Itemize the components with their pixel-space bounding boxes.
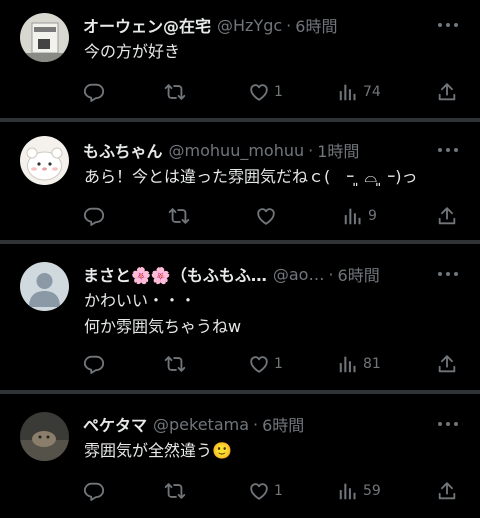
retweet-icon: [164, 353, 186, 375]
share-icon: [436, 205, 458, 227]
reply-icon: [83, 480, 105, 502]
like-button[interactable]: [255, 205, 281, 227]
tweet-header: まさと🌸🌸（もふもふ… @ao… · 6時間: [83, 262, 380, 286]
tweet-text: かわいい・・・ 何か雰囲気ちゃうねw: [84, 288, 241, 340]
retweet-button[interactable]: [168, 205, 194, 227]
more-icon[interactable]: [438, 18, 460, 32]
reply-button[interactable]: [83, 353, 109, 375]
views-button[interactable]: 9: [342, 205, 377, 227]
share-button[interactable]: [436, 205, 458, 227]
display-name[interactable]: まさと🌸🌸（もふもふ…: [83, 262, 267, 286]
views-icon: [337, 81, 359, 103]
like-count: 1: [274, 84, 283, 100]
avatar[interactable]: [20, 13, 69, 62]
like-count: 1: [274, 483, 283, 499]
user-handle[interactable]: @peketama: [153, 415, 249, 434]
tweet-text-line: 今の方が好き: [84, 42, 181, 61]
views-button[interactable]: 81: [337, 353, 381, 375]
heart-icon: [248, 480, 270, 502]
retweet-icon: [164, 480, 186, 502]
reply-icon: [83, 353, 105, 375]
tweet-header: オーウェン@在宅 @HzYgc · 6時間: [83, 13, 337, 37]
display-name[interactable]: ペケタマ: [83, 412, 147, 436]
views-count: 74: [363, 84, 381, 100]
retweet-icon: [164, 81, 186, 103]
user-handle[interactable]: @ao…: [273, 265, 325, 284]
views-count: 59: [363, 483, 381, 499]
reply-icon: [83, 81, 105, 103]
timestamp[interactable]: 6時間: [338, 262, 380, 286]
reply-button[interactable]: [83, 81, 109, 103]
tweet-header: もふちゃん @mohuu_mohuu · 1時間: [83, 138, 359, 162]
timestamp[interactable]: 6時間: [262, 412, 304, 436]
separator: ·: [253, 414, 259, 434]
like-button[interactable]: 1: [248, 81, 283, 103]
share-icon: [436, 81, 458, 103]
retweet-button[interactable]: [164, 480, 190, 502]
separator: ·: [286, 15, 292, 35]
display-name[interactable]: もふちゃん: [83, 138, 163, 162]
views-button[interactable]: 74: [337, 81, 381, 103]
tweet[interactable]: オーウェン@在宅 @HzYgc · 6時間 今の方が好き 1 74: [0, 0, 480, 118]
heart-icon: [248, 353, 270, 375]
heart-icon: [248, 81, 270, 103]
views-button[interactable]: 59: [337, 480, 381, 502]
views-icon: [337, 353, 359, 375]
share-button[interactable]: [436, 480, 458, 502]
avatar[interactable]: [20, 412, 69, 461]
tweet-text: あら！今とは違った雰囲気だねｃ( ｰ ͈ ⌓ ͈ ｰ)っ: [84, 164, 418, 190]
tweet-text-line: かわいい・・・: [84, 291, 197, 310]
separator: ·: [328, 264, 334, 284]
reply-button[interactable]: [83, 205, 109, 227]
tweet[interactable]: もふちゃん @mohuu_mohuu · 1時間 あら！今とは違った雰囲気だねｃ…: [0, 122, 480, 240]
tweet[interactable]: ペケタマ @peketama · 6時間 雰囲気が全然違う🙂 1 59: [0, 394, 480, 518]
separator: ·: [308, 140, 314, 160]
views-icon: [337, 480, 359, 502]
views-icon: [342, 205, 364, 227]
like-button[interactable]: 1: [248, 480, 283, 502]
tweet-header: ペケタマ @peketama · 6時間: [83, 412, 304, 436]
avatar[interactable]: [20, 262, 69, 311]
timestamp[interactable]: 1時間: [317, 138, 359, 162]
like-button[interactable]: 1: [248, 353, 283, 375]
share-button[interactable]: [436, 81, 458, 103]
retweet-icon: [168, 205, 190, 227]
tweet-text: 今の方が好き: [84, 39, 180, 65]
tweet-text: 雰囲気が全然違う🙂: [84, 438, 232, 464]
more-icon[interactable]: [438, 143, 460, 157]
heart-icon: [255, 205, 277, 227]
timestamp[interactable]: 6時間: [295, 13, 337, 37]
like-count: 1: [274, 356, 283, 372]
retweet-button[interactable]: [164, 81, 190, 103]
tweet-text-line: 雰囲気が全然違う🙂: [84, 441, 232, 460]
views-count: 9: [368, 208, 377, 224]
tweet[interactable]: まさと🌸🌸（もふもふ… @ao… · 6時間 かわいい・・・ 何か雰囲気ちゃうね…: [0, 244, 480, 390]
more-icon[interactable]: [438, 267, 460, 281]
reply-icon: [83, 205, 105, 227]
share-icon: [436, 353, 458, 375]
display-name[interactable]: オーウェン@在宅: [83, 13, 211, 37]
share-button[interactable]: [436, 353, 458, 375]
retweet-button[interactable]: [164, 353, 190, 375]
reply-button[interactable]: [83, 480, 109, 502]
user-handle[interactable]: @mohuu_mohuu: [169, 141, 305, 160]
more-icon[interactable]: [438, 417, 460, 431]
user-handle[interactable]: @HzYgc: [217, 16, 282, 35]
views-count: 81: [363, 356, 381, 372]
tweet-text-line: あら！今とは違った雰囲気だねｃ( ｰ ͈ ⌓ ͈ ｰ)っ: [84, 167, 418, 186]
tweet-text-line: 何か雰囲気ちゃうねw: [84, 317, 242, 336]
avatar[interactable]: [20, 136, 69, 185]
share-icon: [436, 480, 458, 502]
